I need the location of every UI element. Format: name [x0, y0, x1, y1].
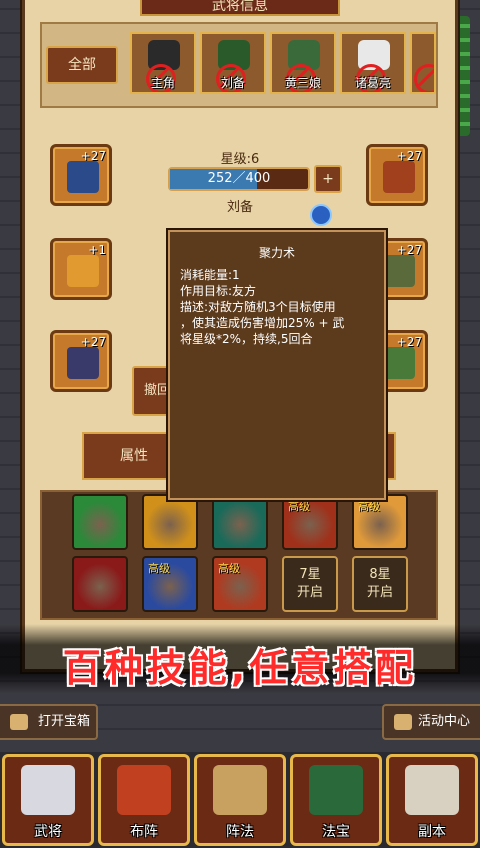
star-level-label: 星级:6	[220, 152, 260, 167]
cauldron-icon	[309, 765, 363, 815]
helmet-icon	[21, 765, 75, 815]
promo-banner: 百种技能,任意搭配	[62, 646, 418, 690]
tooltip-desc-1: 描述:对敌方随机3个目标使用	[180, 300, 336, 314]
add-xp-button[interactable]: +	[314, 165, 342, 193]
hero-info-icon[interactable]	[310, 204, 332, 226]
nav-label: 阵法	[226, 824, 254, 840]
chest-icon	[10, 714, 28, 730]
unlock-star-requirement: 7星	[299, 567, 321, 582]
nav-tactics[interactable]: 阵法	[194, 754, 286, 846]
equip-slot-armor[interactable]: +27	[366, 144, 428, 206]
belt-icon	[67, 255, 99, 287]
equip-level: +27	[396, 243, 422, 257]
hero-card-partial[interactable]	[410, 32, 436, 94]
skill-slot[interactable]: 高级	[212, 556, 268, 612]
skill-slot[interactable]: 高级	[142, 556, 198, 612]
skill-grade: 高级	[218, 562, 240, 575]
equip-level: +1	[88, 243, 106, 257]
activity-center-button[interactable]: 活动中心	[382, 704, 480, 740]
hero-name: 主角	[150, 76, 175, 90]
nav-label: 布阵	[130, 824, 158, 840]
nav-label: 法宝	[322, 824, 350, 840]
hero-name: 刘备	[220, 76, 245, 90]
tooltip-target: 作用目标:友方	[180, 284, 257, 298]
hero-card-protagonist[interactable]: 主角	[130, 32, 196, 94]
skill-tooltip: 聚力术 消耗能量:1 作用目标:友方 描述:对敌方随机3个目标使用 ，使其造成伤…	[166, 228, 388, 502]
hero-card-liubei[interactable]: 刘备	[200, 32, 266, 94]
skill-grade: 高级	[148, 562, 170, 575]
skill-slot[interactable]	[72, 494, 128, 550]
nav-dungeon[interactable]: 副本	[386, 754, 478, 846]
open-chest-button[interactable]: 打开宝箱	[0, 704, 98, 740]
activity-center-label: 活动中心	[418, 714, 471, 729]
tooltip-cost: 消耗能量:1	[180, 268, 240, 282]
equip-level: +27	[80, 335, 106, 349]
activity-icon	[394, 714, 412, 730]
equip-level: +27	[80, 149, 106, 163]
skill-slot[interactable]: 高级	[352, 494, 408, 550]
tab-all-heroes[interactable]: 全部	[46, 46, 118, 84]
skill-slot[interactable]: 高级	[282, 494, 338, 550]
skill-slot[interactable]	[212, 494, 268, 550]
locked-skill-slot[interactable]: 8星 开启	[352, 556, 408, 612]
flag-icon	[117, 765, 171, 815]
scroll-icon	[405, 765, 459, 815]
spear-icon	[67, 347, 99, 379]
hero-card-zhugeliang[interactable]: 诸葛亮	[340, 32, 406, 94]
locked-badge-icon	[414, 64, 434, 92]
board-icon	[213, 765, 267, 815]
unlock-label: 开启	[296, 585, 323, 600]
nav-formation[interactable]: 布阵	[98, 754, 190, 846]
equip-level: +27	[396, 149, 422, 163]
equip-slot-helmet[interactable]: +27	[50, 144, 112, 206]
skill-slot[interactable]	[142, 494, 198, 550]
locked-skill-slot[interactable]: 7星 开启	[282, 556, 338, 612]
unlock-star-requirement: 8星	[369, 567, 391, 582]
nav-label: 副本	[418, 824, 446, 840]
bamboo-decoration	[456, 16, 470, 136]
nav-label: 武将	[34, 824, 62, 840]
open-chest-label: 打开宝箱	[38, 714, 91, 729]
equip-slot-weapon[interactable]: +27	[50, 330, 112, 392]
nav-heroes[interactable]: 武将	[2, 754, 94, 846]
nav-treasure[interactable]: 法宝	[290, 754, 382, 846]
hero-name: 诸葛亮	[354, 76, 391, 90]
tooltip-desc-3: 将星级*2%，持续,5回合	[180, 332, 313, 346]
hero-name: 黄三娘	[284, 76, 321, 90]
unlock-label: 开启	[366, 585, 393, 600]
equip-slot-belt[interactable]: +1	[50, 238, 112, 300]
hero-name-label: 刘备	[226, 200, 253, 215]
tooltip-desc-2: ，使其造成伤害增加25% + 武	[180, 316, 345, 330]
helmet-icon	[67, 161, 99, 193]
hero-card-huangsanniang[interactable]: 黄三娘	[270, 32, 336, 94]
equip-level: +27	[396, 335, 422, 349]
armor-icon	[383, 161, 415, 193]
tooltip-title: 聚力术	[258, 246, 295, 260]
skill-slot[interactable]	[72, 556, 128, 612]
xp-progress-text: 252／400	[207, 171, 271, 186]
panel-title: 武将信息	[140, 0, 340, 16]
